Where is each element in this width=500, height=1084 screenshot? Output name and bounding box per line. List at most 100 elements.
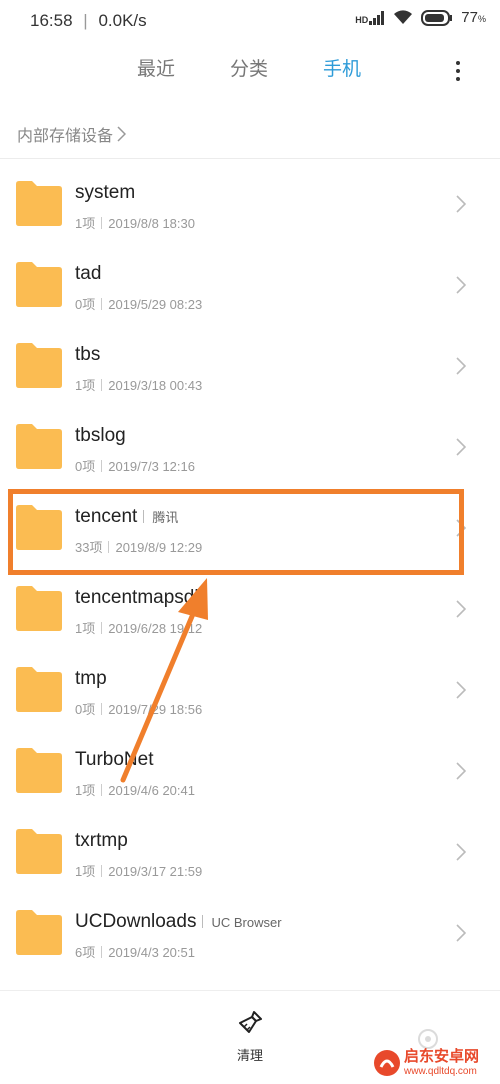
file-name-line: tad bbox=[75, 263, 101, 285]
meta-separator bbox=[101, 784, 103, 796]
file-count: 1项 bbox=[75, 621, 96, 636]
folder-icon bbox=[16, 748, 62, 793]
folder-icon bbox=[16, 343, 62, 388]
chevron-right-icon bbox=[456, 600, 466, 618]
meta-separator bbox=[101, 217, 103, 229]
file-name: tbs bbox=[75, 344, 101, 365]
bottom-divider bbox=[0, 990, 500, 991]
meta-separator bbox=[101, 865, 103, 877]
battery-percent: 77% bbox=[461, 9, 486, 26]
breadcrumb[interactable]: 内部存储设备 bbox=[17, 122, 127, 146]
folder-icon bbox=[16, 667, 62, 712]
folder-icon bbox=[16, 829, 62, 874]
chevron-right-icon bbox=[456, 357, 466, 375]
file-row[interactable]: TurboNet 1项 2019/4/6 20:41 bbox=[0, 719, 500, 800]
chevron-right-icon bbox=[456, 762, 466, 780]
file-row[interactable]: tbslog 0项 2019/7/3 12:16 bbox=[0, 395, 500, 476]
watermark-text: 启东安卓网 bbox=[404, 1048, 480, 1065]
file-name: txrtmp bbox=[75, 830, 128, 851]
highlight-box bbox=[8, 489, 464, 575]
file-name: tbslog bbox=[75, 425, 126, 446]
status-time: 16:58 bbox=[30, 11, 73, 30]
battery-icon bbox=[421, 9, 453, 26]
watermark-url: www.qdltdq.com bbox=[404, 1066, 477, 1077]
file-row[interactable]: txrtmp 1项 2019/3/17 21:59 bbox=[0, 800, 500, 881]
file-meta: 1项 2019/6/28 19:12 bbox=[75, 618, 202, 637]
meta-separator bbox=[101, 622, 103, 634]
file-count: 0项 bbox=[75, 459, 96, 474]
chevron-right-icon bbox=[456, 276, 466, 294]
file-date: 2019/7/3 12:16 bbox=[108, 459, 195, 474]
chevron-right-icon bbox=[117, 126, 127, 142]
status-left: 16:58 | 0.0K/s bbox=[30, 11, 147, 31]
meta-separator bbox=[101, 946, 103, 958]
status-right: HD 77% bbox=[355, 9, 486, 26]
chevron-right-icon bbox=[456, 681, 466, 699]
more-vertical-icon[interactable] bbox=[450, 58, 466, 84]
tab-category[interactable]: 分类 bbox=[230, 54, 268, 81]
battery-value: 77 bbox=[461, 9, 478, 26]
file-name-line: tbs bbox=[75, 344, 100, 366]
file-row[interactable]: tad 0项 2019/5/29 08:23 bbox=[0, 233, 500, 314]
tab-recent[interactable]: 最近 bbox=[137, 54, 175, 81]
file-name: UCDownloads bbox=[75, 911, 197, 932]
file-name-line: txrtmp bbox=[75, 830, 128, 852]
file-count: 1项 bbox=[75, 378, 96, 393]
file-date: 2019/4/6 20:41 bbox=[108, 783, 195, 798]
chevron-right-icon bbox=[456, 924, 466, 942]
file-row[interactable]: UCDownloads UC Browser 6项 2019/4/3 20:51 bbox=[0, 881, 500, 962]
file-name: TurboNet bbox=[75, 749, 154, 770]
file-name-line: TurboNet bbox=[75, 749, 154, 771]
clean-label: 清理 bbox=[236, 1048, 263, 1063]
file-date: 2019/3/17 21:59 bbox=[108, 864, 203, 879]
file-date: 2019/5/29 08:23 bbox=[108, 297, 203, 312]
file-name-line: tencentmapsdk bbox=[75, 587, 204, 609]
file-date: 2019/4/3 20:51 bbox=[108, 945, 195, 960]
file-count: 6项 bbox=[75, 945, 96, 960]
file-name: tencentmapsdk bbox=[75, 587, 204, 608]
meta-separator bbox=[101, 460, 103, 472]
file-meta: 0项 2019/5/29 08:23 bbox=[75, 294, 202, 313]
file-count: 1项 bbox=[75, 216, 96, 231]
chevron-right-icon bbox=[456, 195, 466, 213]
meta-separator bbox=[101, 379, 103, 391]
file-name: tad bbox=[75, 263, 102, 284]
file-name-line: tmp bbox=[75, 668, 107, 690]
file-count: 1项 bbox=[75, 864, 96, 879]
file-meta: 1项 2019/3/17 21:59 bbox=[75, 861, 202, 880]
file-name: tmp bbox=[75, 668, 107, 689]
tab-phone[interactable]: 手机 bbox=[323, 54, 361, 81]
tab-bar: 最近 分类 手机 bbox=[0, 54, 500, 90]
file-row[interactable]: tmp 0项 2019/7/29 18:56 bbox=[0, 638, 500, 719]
file-date: 2019/6/28 19:12 bbox=[108, 621, 203, 636]
file-meta: 6项 2019/4/3 20:51 bbox=[75, 942, 195, 961]
watermark: 启东安卓网 www.qdltdq.com bbox=[370, 1042, 500, 1084]
chevron-right-icon bbox=[456, 438, 466, 456]
file-row[interactable]: system 1项 2019/8/8 18:30 bbox=[0, 152, 500, 233]
meta-separator bbox=[101, 298, 103, 310]
status-speed: 0.0K/s bbox=[98, 11, 147, 30]
folder-icon bbox=[16, 586, 62, 631]
hd-badge: HD bbox=[355, 14, 369, 25]
watermark-logo bbox=[374, 1050, 400, 1076]
meta-separator bbox=[101, 703, 103, 715]
file-name-line: system bbox=[75, 182, 135, 204]
file-row[interactable]: tbs 1项 2019/3/18 00:43 bbox=[0, 314, 500, 395]
broom-icon bbox=[239, 1011, 262, 1033]
folder-icon bbox=[16, 181, 62, 226]
file-name-line: UCDownloads UC Browser bbox=[75, 911, 282, 933]
file-date: 2019/7/29 18:56 bbox=[108, 702, 203, 717]
file-count: 0项 bbox=[75, 702, 96, 717]
file-meta: 1项 2019/8/8 18:30 bbox=[75, 213, 195, 232]
status-bar: 16:58 | 0.0K/s HD 77% bbox=[0, 0, 500, 44]
file-name-line: tbslog bbox=[75, 425, 126, 447]
file-tag: UC Browser bbox=[202, 915, 281, 930]
folder-icon bbox=[16, 262, 62, 307]
file-name: system bbox=[75, 182, 136, 203]
file-meta: 0项 2019/7/3 12:16 bbox=[75, 456, 195, 475]
clean-button[interactable]: 清理 bbox=[222, 1010, 278, 1066]
folder-icon bbox=[16, 424, 62, 469]
file-date: 2019/3/18 00:43 bbox=[108, 378, 203, 393]
status-separator: | bbox=[83, 11, 88, 30]
chevron-right-icon bbox=[456, 843, 466, 861]
